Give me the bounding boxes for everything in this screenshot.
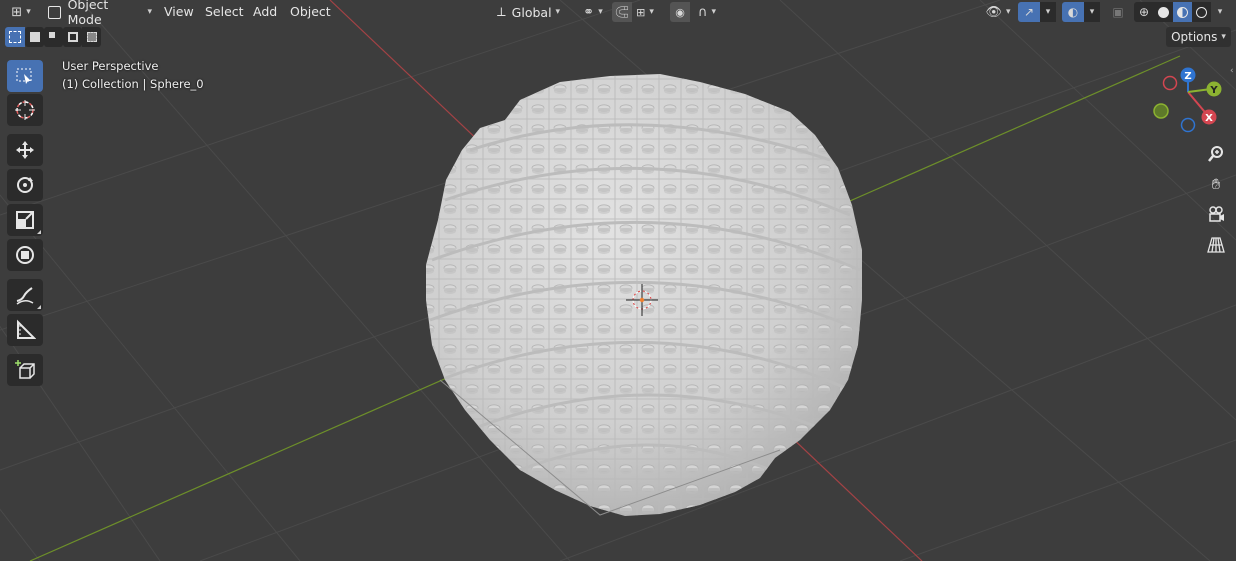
brick-sphere[interactable] [420, 70, 870, 520]
select-subtract-icon [48, 32, 59, 42]
camera-view-button[interactable] [1203, 201, 1229, 227]
move-icon [16, 141, 34, 159]
tool-transform[interactable] [7, 239, 43, 271]
selection-mode-group [5, 27, 101, 47]
tool-add-cube[interactable] [7, 354, 43, 386]
gizmo-y-label: Y [1209, 85, 1218, 96]
rotate-icon [17, 177, 33, 193]
select-intersect-button[interactable] [82, 27, 101, 47]
menu-add[interactable]: Add [249, 3, 281, 21]
snap-target-dropdown[interactable]: ⊞ ▾ [632, 2, 658, 22]
tool-select-box[interactable] [7, 60, 43, 92]
editor-type-icon: ⊞ [11, 4, 23, 20]
select-new-icon [9, 31, 21, 43]
menu-select[interactable]: Select [201, 3, 248, 21]
overlay-dropdown[interactable]: ▾ [1084, 2, 1100, 22]
navigation-gizmo[interactable]: Z Y X [1148, 62, 1236, 142]
tool-rotate[interactable] [7, 169, 43, 201]
tool-annotate[interactable] [7, 279, 43, 311]
select-new-button[interactable] [5, 27, 25, 47]
transform-orientation-label: Global [511, 4, 552, 20]
shading-material-button[interactable] [1173, 2, 1192, 22]
options-label: Options [1171, 30, 1218, 44]
tool-move[interactable] [7, 134, 43, 166]
mode-label: Object Mode [67, 0, 109, 27]
grid-perspective-icon [1207, 237, 1225, 253]
select-invert-button[interactable] [63, 27, 82, 47]
proportional-editing-toggle[interactable]: ◉ [670, 2, 690, 22]
transform-icon [16, 246, 34, 264]
sidebar-toggle[interactable]: ‹ [1230, 66, 1236, 78]
gizmo-dropdown[interactable]: ▾ [1040, 2, 1056, 22]
solid-shading-icon [1158, 6, 1169, 18]
gizmo-neg-x[interactable] [1162, 75, 1178, 91]
gizmo-toggle[interactable]: ↗ [1018, 2, 1040, 22]
falloff-curve-icon: ∩ [697, 4, 708, 20]
gizmo-neg-y[interactable] [1153, 103, 1169, 119]
object-mode-icon [48, 5, 61, 19]
overlay-toggle-icon: ◐ [1067, 5, 1079, 19]
pan-button[interactable]: ✋︎ [1203, 171, 1229, 197]
visibility-eye-icon: 👁︎ [985, 4, 1002, 20]
grid-line [899, 439, 1236, 561]
overlay-toggle[interactable]: ◐ [1062, 2, 1084, 22]
cursor-icon [15, 100, 35, 120]
rendered-shading-icon [1196, 6, 1207, 18]
measure-icon [17, 319, 36, 339]
xray-toggle[interactable]: ▣ [1108, 2, 1128, 22]
shading-wireframe-button[interactable]: ⊕ [1134, 2, 1154, 22]
transform-orientation-dropdown[interactable]: ⟂ Global ▾ [495, 2, 571, 22]
proportional-editing-icon: ◉ [675, 5, 685, 19]
mode-dropdown[interactable]: Object Mode ▾ [44, 0, 152, 27]
select-intersect-icon [86, 32, 97, 42]
zoom-icon [1208, 146, 1223, 162]
hand-icon: ✋︎ [1211, 175, 1221, 193]
annotate-icon [16, 287, 34, 305]
scale-icon [16, 211, 34, 229]
view-name-label: User Perspective [62, 59, 159, 73]
editor-type-button[interactable]: ⊞ ▾ [4, 2, 38, 22]
gizmo-neg-z[interactable] [1180, 117, 1196, 133]
transform-orientation-icon: ⟂ [497, 4, 506, 20]
shading-options-dropdown[interactable]: ▾ [1212, 2, 1228, 22]
tool-scale[interactable] [7, 204, 43, 236]
snap-icon: 🧲︎ [614, 5, 630, 19]
snap-toggle[interactable]: 🧲︎ [612, 2, 632, 22]
xray-toggle-icon: ▣ [1112, 5, 1124, 19]
tool-measure[interactable] [7, 314, 43, 346]
select-extend-button[interactable] [25, 27, 44, 47]
menu-object[interactable]: Object [286, 3, 335, 21]
gizmo-z-label: Z [1184, 71, 1191, 82]
gizmo-toggle-icon: ↗ [1023, 5, 1035, 19]
shading-solid-button[interactable] [1154, 2, 1173, 22]
options-dropdown[interactable]: Options ▾ [1166, 27, 1231, 47]
select-invert-icon [67, 32, 78, 42]
add-cube-icon [15, 360, 35, 379]
wireframe-shading-icon: ⊕ [1138, 5, 1150, 19]
material-preview-icon [1177, 6, 1188, 18]
visibility-dropdown[interactable]: 👁︎ ▾ [982, 2, 1014, 22]
snap-increment-icon: ⊞ [636, 5, 646, 19]
viewport-header: ⊞ ▾ Object Mode ▾ View Select Add Object … [0, 0, 1236, 27]
pivot-point-dropdown[interactable]: ⚭ ▾ [578, 2, 608, 22]
camera-icon [1209, 206, 1224, 222]
grid-line [0, 508, 41, 561]
collection-info-label: (1) Collection | Sphere_0 [62, 77, 204, 91]
pivot-point-icon: ⚭ [583, 4, 595, 20]
menu-view[interactable]: View [160, 3, 198, 21]
falloff-dropdown[interactable]: ∩ ▾ [692, 2, 722, 22]
select-box-icon [16, 68, 32, 84]
zoom-button[interactable] [1203, 141, 1229, 167]
gizmo-x-label: X [1205, 113, 1213, 124]
shading-rendered-button[interactable] [1192, 2, 1211, 22]
tool-cursor[interactable] [7, 94, 43, 126]
perspective-toggle-button[interactable] [1203, 232, 1229, 258]
select-extend-icon [29, 32, 40, 42]
select-subtract-button[interactable] [44, 27, 63, 47]
